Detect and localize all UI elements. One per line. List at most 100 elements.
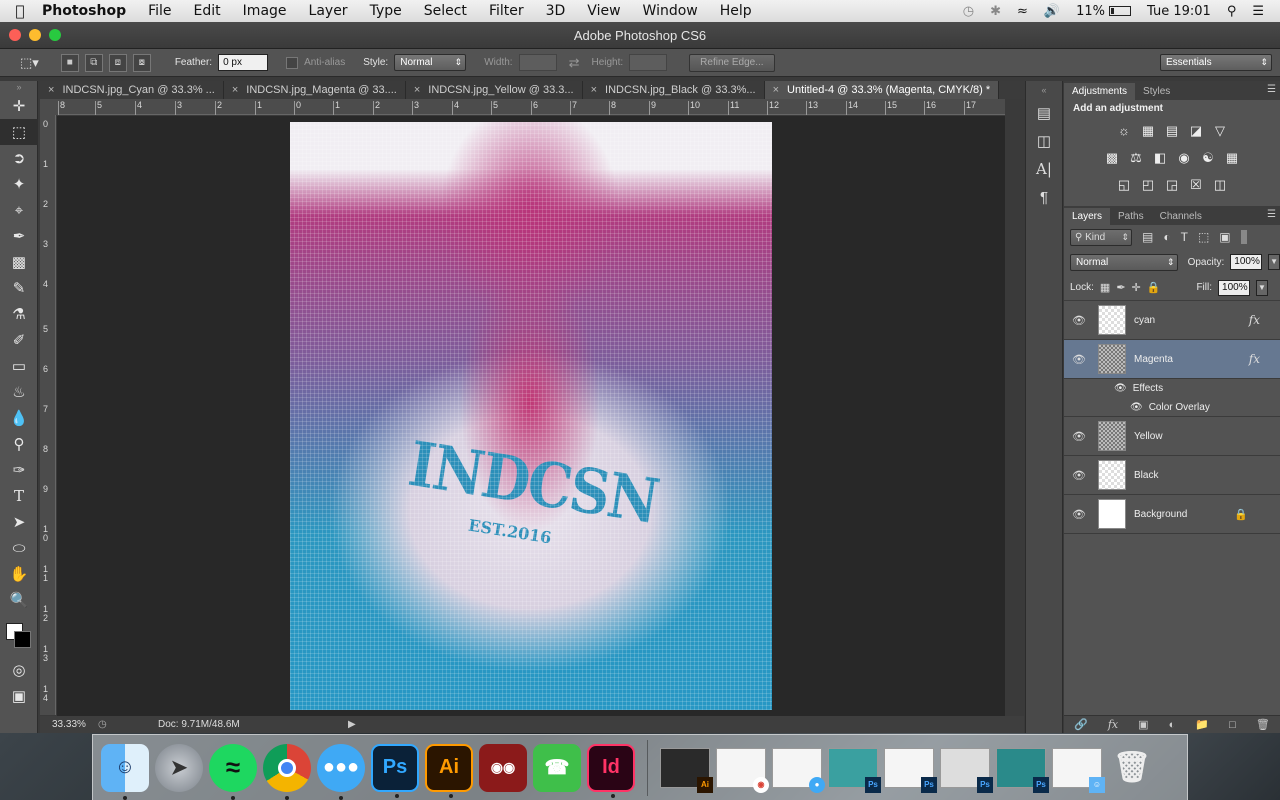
trash-icon[interactable]: 🗑 bbox=[1108, 744, 1156, 792]
layer-row-background[interactable]: 👁 Background 🔒 bbox=[1064, 495, 1280, 534]
close-tab-icon[interactable]: × bbox=[773, 81, 779, 99]
gradient-map-icon[interactable]: ◫ bbox=[1212, 177, 1228, 193]
minimized-window-ps-3[interactable]: Ps bbox=[940, 747, 993, 793]
status-info-icon[interactable]: ◷ bbox=[98, 719, 158, 730]
blend-mode-select[interactable]: Normal bbox=[1070, 253, 1178, 271]
layer-row-yellow[interactable]: 👁 Yellow bbox=[1064, 417, 1280, 456]
style-select[interactable]: Normal bbox=[394, 54, 467, 71]
app-menu[interactable]: Photoshop bbox=[40, 3, 137, 19]
height-input[interactable] bbox=[629, 54, 668, 71]
close-window-button[interactable] bbox=[9, 29, 21, 41]
refine-edge-button[interactable]: Refine Edge... bbox=[689, 53, 775, 72]
layer-row-black[interactable]: 👁 Black bbox=[1064, 456, 1280, 495]
history-brush-tool-icon[interactable]: ✐ bbox=[0, 327, 38, 353]
fill-arrow-icon[interactable]: ▼ bbox=[1256, 279, 1269, 296]
effects-row[interactable]: 👁 Effects bbox=[1064, 379, 1280, 398]
time-machine-icon[interactable]: ◷ bbox=[963, 4, 974, 19]
layer-name[interactable]: cyan bbox=[1134, 315, 1155, 326]
menu-help[interactable]: Help bbox=[709, 3, 763, 19]
tab-layers[interactable]: Layers bbox=[1064, 208, 1111, 225]
menu-layer[interactable]: Layer bbox=[298, 3, 359, 19]
filter-kind-select[interactable]: ⚲ Kind bbox=[1070, 228, 1132, 246]
doc-tab-black[interactable]: × INDCSN.jpg_Black @ 33.3%... bbox=[583, 81, 765, 99]
menu-type[interactable]: Type bbox=[359, 3, 413, 19]
delete-layer-icon[interactable]: 🗑 bbox=[1256, 718, 1270, 731]
tab-styles[interactable]: Styles bbox=[1135, 83, 1178, 100]
properties-panel-icon[interactable]: ◫ bbox=[1026, 127, 1062, 155]
lasso-tool-icon[interactable]: ➲ bbox=[0, 145, 38, 171]
facetime-icon[interactable]: ☎ bbox=[533, 743, 581, 792]
status-menu-arrow-icon[interactable]: ▶ bbox=[348, 719, 356, 730]
eyedropper-tool-icon[interactable]: ✒ bbox=[0, 223, 38, 249]
layer-thumbnail[interactable] bbox=[1098, 499, 1126, 529]
layer-thumbnail[interactable] bbox=[1098, 460, 1126, 490]
close-tab-icon[interactable]: × bbox=[414, 81, 420, 99]
battery-icon[interactable] bbox=[1109, 6, 1131, 16]
dodge-tool-icon[interactable]: ⚲ bbox=[0, 431, 38, 457]
add-to-selection-icon[interactable]: ⧉ bbox=[84, 53, 103, 72]
type-tool-icon[interactable]: T bbox=[0, 483, 38, 509]
new-layer-icon[interactable]: □ bbox=[1229, 719, 1236, 731]
chrome-icon[interactable] bbox=[263, 743, 311, 800]
layer-row-magenta[interactable]: 👁 Magenta fx bbox=[1064, 340, 1280, 379]
screen-mode-icon[interactable]: ▣ bbox=[0, 683, 38, 709]
anti-alias-checkbox[interactable] bbox=[286, 56, 299, 69]
layer-effects-icon[interactable]: fx bbox=[1249, 313, 1260, 327]
layer-effects-icon[interactable]: fx bbox=[1249, 352, 1260, 366]
doc-tab-magenta[interactable]: × INDCSN.jpg_Magenta @ 33.... bbox=[224, 81, 406, 99]
channel-mixer-icon[interactable]: ☯ bbox=[1200, 150, 1216, 166]
horizontal-ruler[interactable]: 8 5 4 3 2 1 0 1 2 3 4 5 6 7 8 9 10 11 12 13 14 15 16 17 bbox=[58, 99, 1005, 115]
invert-icon[interactable]: ◱ bbox=[1116, 177, 1132, 193]
panel-menu-icon[interactable]: ☰ bbox=[1267, 209, 1276, 220]
levels-icon[interactable]: ▦ bbox=[1140, 123, 1156, 139]
filter-smart-object-icon[interactable]: ▣ bbox=[1219, 230, 1230, 244]
tab-channels[interactable]: Channels bbox=[1152, 208, 1210, 225]
photo-booth-icon[interactable]: ◉◉ bbox=[479, 743, 527, 792]
tab-paths[interactable]: Paths bbox=[1110, 208, 1152, 225]
new-selection-icon[interactable]: ■ bbox=[60, 53, 79, 72]
add-layer-style-icon[interactable]: fx bbox=[1108, 718, 1118, 731]
expand-panels-icon[interactable]: « bbox=[1026, 81, 1062, 99]
lock-position-icon[interactable]: ✛ bbox=[1132, 281, 1141, 294]
finder-icon[interactable]: ☺ bbox=[101, 743, 149, 800]
quick-mask-icon[interactable]: ◎ bbox=[0, 657, 38, 683]
effects-eye-icon[interactable]: 👁 bbox=[1114, 383, 1127, 394]
doc-tab-untitled-4[interactable]: × Untitled-4 @ 33.3% (Magenta, CMYK/8) * bbox=[764, 81, 1000, 99]
color-swatches[interactable] bbox=[0, 613, 38, 657]
minimized-window-finder[interactable]: ☺ bbox=[1052, 747, 1105, 793]
minimized-window-chrome[interactable]: ◉ bbox=[716, 747, 769, 793]
healing-brush-tool-icon[interactable]: ▩ bbox=[0, 249, 38, 275]
filter-type-icon[interactable]: T bbox=[1181, 230, 1188, 244]
wifi-icon[interactable]: ≈ bbox=[1017, 4, 1028, 19]
doc-tab-yellow[interactable]: × INDCSN.jpg_Yellow @ 33.3... bbox=[406, 81, 583, 99]
minimized-window-ps-1[interactable]: Ps bbox=[828, 747, 881, 793]
minimized-window-illustrator[interactable]: Ai bbox=[660, 747, 713, 793]
pen-tool-icon[interactable]: ✑ bbox=[0, 457, 38, 483]
visibility-eye-icon[interactable]: 👁 bbox=[1064, 508, 1094, 521]
minimized-window-ps-2[interactable]: Ps bbox=[884, 747, 937, 793]
swap-width-height-icon[interactable]: ⇄ bbox=[563, 55, 586, 71]
volume-icon[interactable]: 🔊 bbox=[1044, 4, 1060, 19]
feather-input[interactable]: 0 px bbox=[218, 54, 269, 71]
notification-center-icon[interactable]: ☰ bbox=[1252, 4, 1264, 19]
black-white-icon[interactable]: ◧ bbox=[1152, 150, 1168, 166]
magic-wand-tool-icon[interactable]: ✦ bbox=[0, 171, 38, 197]
crop-tool-icon[interactable]: ⌖ bbox=[0, 197, 38, 223]
menu-view[interactable]: View bbox=[576, 3, 631, 19]
visibility-eye-icon[interactable]: 👁 bbox=[1064, 430, 1094, 443]
eraser-tool-icon[interactable]: ▭ bbox=[0, 353, 38, 379]
menu-edit[interactable]: Edit bbox=[183, 3, 232, 19]
layer-thumbnail[interactable] bbox=[1098, 421, 1126, 451]
visibility-eye-icon[interactable]: 👁 bbox=[1064, 314, 1094, 327]
brightness-contrast-icon[interactable]: ☼ bbox=[1116, 123, 1132, 138]
lock-image-icon[interactable]: ✒ bbox=[1116, 281, 1125, 294]
link-layers-icon[interactable]: 🔗 bbox=[1074, 718, 1088, 731]
width-input[interactable] bbox=[518, 54, 557, 71]
move-tool-icon[interactable]: ✛ bbox=[0, 93, 38, 119]
launchpad-icon[interactable]: ➤ bbox=[155, 743, 203, 792]
messages-icon[interactable]: ●●● bbox=[317, 743, 365, 800]
visibility-eye-icon[interactable]: 👁 bbox=[1064, 469, 1094, 482]
opacity-arrow-icon[interactable]: ▼ bbox=[1268, 254, 1280, 270]
add-mask-icon[interactable]: ▣ bbox=[1138, 718, 1148, 731]
threshold-icon[interactable]: ◲ bbox=[1164, 177, 1180, 193]
